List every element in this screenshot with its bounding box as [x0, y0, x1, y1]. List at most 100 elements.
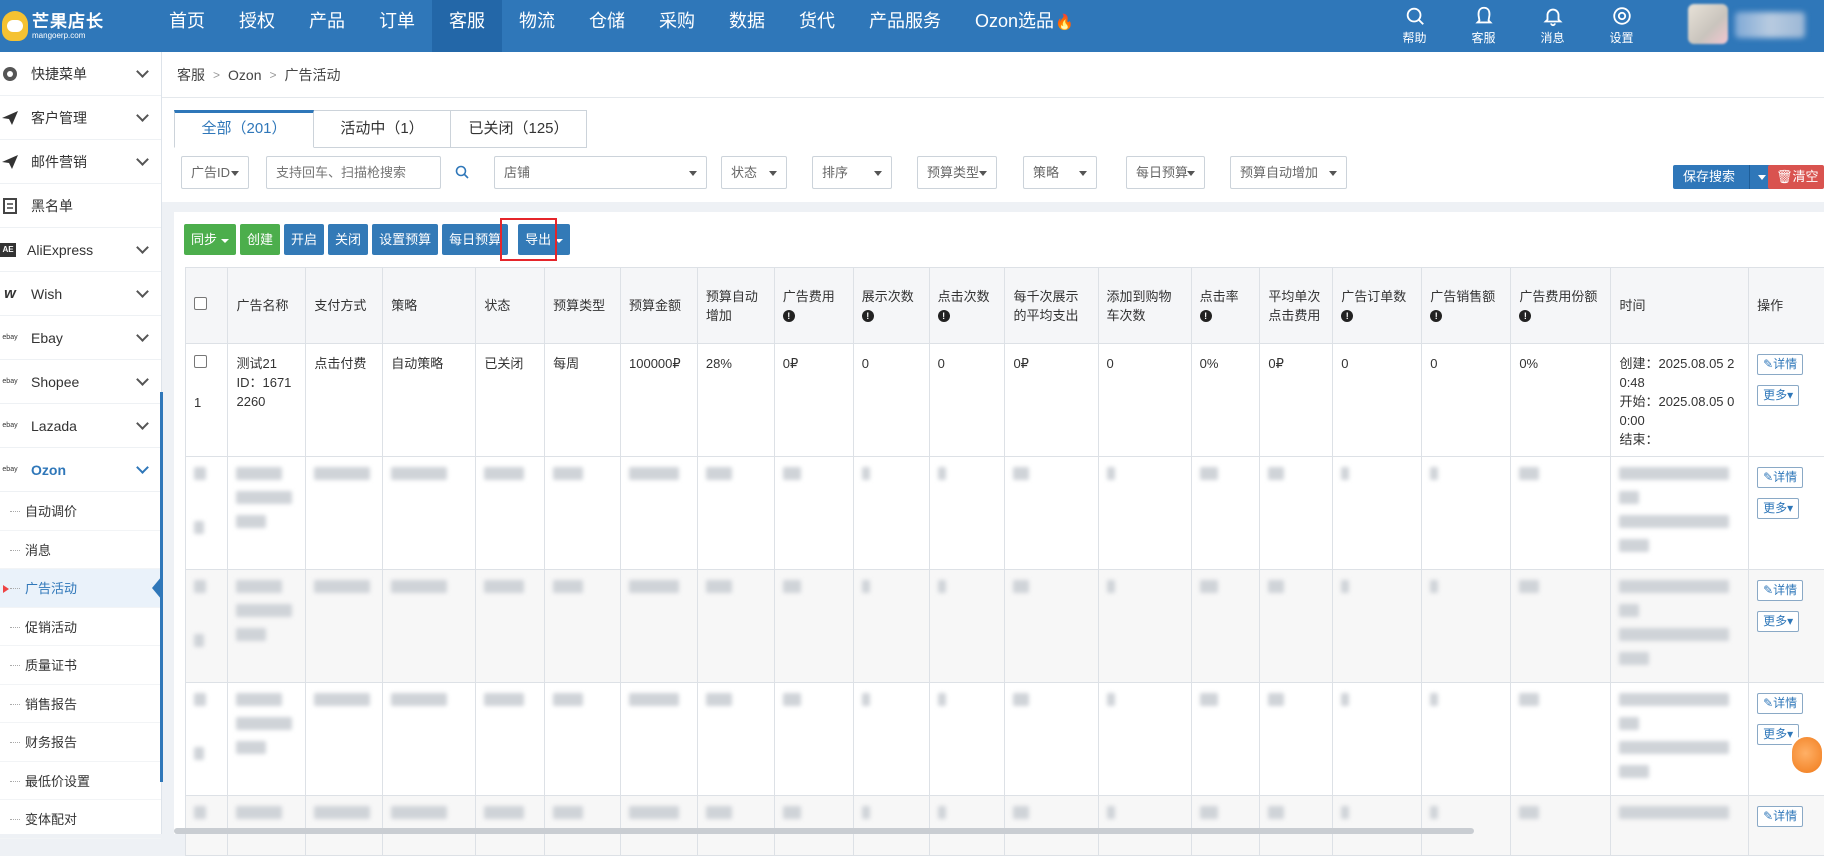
nav-warehouse[interactable]: 仓储: [572, 0, 642, 52]
col-cost-share-label: 广告费用份额: [1519, 289, 1597, 304]
disable-button[interactable]: 关闭: [328, 224, 368, 255]
sidebar-sub-messages[interactable]: 消息: [0, 531, 161, 570]
detail-button[interactable]: ✎详情: [1757, 467, 1803, 488]
sidebar-sub-ad-campaigns[interactable]: 广告活动: [0, 569, 161, 608]
detail-button[interactable]: ✎详情: [1757, 580, 1803, 601]
save-search-button[interactable]: 保存搜索: [1673, 165, 1773, 189]
nav-logistics[interactable]: 物流: [502, 0, 572, 52]
sync-button[interactable]: 同步: [184, 224, 236, 255]
user-name-blurred[interactable]: [1735, 12, 1805, 38]
nav-ozon-selection[interactable]: Ozon选品🔥: [958, 0, 1091, 52]
sidebar-item-aliexpress[interactable]: AE AliExpress: [0, 228, 161, 272]
nav-product-service[interactable]: 产品服务: [852, 0, 958, 52]
mascot-chat-icon[interactable]: [1790, 735, 1824, 775]
breadcrumb-ozon[interactable]: Ozon: [228, 67, 261, 83]
col-ad-name: 广告名称: [228, 268, 306, 344]
sidebar-item-ebay[interactable]: ebay Ebay: [0, 316, 161, 360]
caret-down-icon: [769, 171, 777, 176]
row-checkbox[interactable]: [194, 355, 207, 368]
budget-auto-select[interactable]: 预算自动增加: [1230, 156, 1347, 189]
nav-service[interactable]: 客服: [432, 0, 502, 52]
nav-product[interactable]: 产品: [292, 0, 362, 52]
sidebar-item-email-marketing[interactable]: 邮件营销: [0, 140, 161, 184]
sidebar-item-label: Ebay: [31, 330, 63, 346]
nav-home[interactable]: 首页: [152, 0, 222, 52]
cell-pay: 点击付费: [306, 344, 383, 457]
daily-budget-button[interactable]: 每日预算: [442, 224, 508, 255]
message-button[interactable]: 消息: [1518, 0, 1587, 52]
help-button[interactable]: 帮助: [1380, 0, 1449, 52]
brand-logo[interactable]: 芒果店长 mangoerp.com: [0, 0, 152, 52]
more-label: 更多: [1763, 614, 1787, 628]
sidebar-item-blacklist[interactable]: 黑名单: [0, 184, 161, 228]
search-icon[interactable]: [455, 165, 469, 179]
sidebar-sub-finance-report[interactable]: 财务报告: [0, 723, 161, 762]
service-button[interactable]: 客服: [1449, 0, 1518, 52]
info-icon[interactable]: !: [862, 310, 874, 322]
sidebar-sub-min-price[interactable]: 最低价设置: [0, 762, 161, 801]
create-button[interactable]: 创建: [240, 224, 280, 255]
wish-icon: w: [0, 284, 20, 304]
info-icon[interactable]: !: [938, 310, 950, 322]
set-budget-button[interactable]: 设置预算: [372, 224, 438, 255]
info-icon[interactable]: !: [1200, 310, 1212, 322]
col-ad-cost-label: 广告费用: [783, 289, 835, 304]
tab-all[interactable]: 全部（201）: [174, 110, 314, 148]
more-button[interactable]: 更多▾: [1757, 611, 1799, 632]
info-icon[interactable]: !: [1430, 310, 1442, 322]
info-icon[interactable]: !: [1341, 310, 1353, 322]
info-icon[interactable]: !: [1519, 310, 1531, 322]
cell-sales: 0: [1422, 344, 1511, 457]
status-select[interactable]: 状态: [721, 156, 787, 189]
tab-active[interactable]: 活动中（1）: [314, 110, 451, 148]
budget-type-select[interactable]: 预算类型: [917, 156, 997, 189]
more-button[interactable]: 更多▾: [1757, 385, 1799, 406]
horizontal-scrollbar[interactable]: [174, 828, 1474, 834]
select-all-checkbox[interactable]: [194, 297, 207, 310]
sidebar-sub-quality-cert[interactable]: 质量证书: [0, 646, 161, 685]
chevron-down-icon: [136, 109, 149, 122]
nav-purchase[interactable]: 采购: [642, 0, 712, 52]
info-icon[interactable]: !: [783, 310, 795, 322]
more-button[interactable]: 更多▾: [1757, 498, 1799, 519]
sidebar-item-wish[interactable]: w Wish: [0, 272, 161, 316]
daily-budget-select[interactable]: 每日预算: [1126, 156, 1205, 189]
search-input[interactable]: [266, 156, 441, 189]
sidebar-sub-auto-price[interactable]: 自动调价: [0, 492, 161, 531]
clear-button[interactable]: 🗑清空: [1768, 165, 1824, 189]
ad-id-select[interactable]: 广告ID: [181, 156, 249, 189]
budget-auto-select-label: 预算自动增加: [1240, 165, 1318, 180]
sort-select[interactable]: 排序: [812, 156, 892, 189]
sidebar-sub-sales-report[interactable]: 销售报告: [0, 685, 161, 724]
col-cart-adds: 添加到购物车次数: [1098, 268, 1191, 344]
avatar[interactable]: [1688, 4, 1728, 44]
detail-button[interactable]: ✎详情: [1757, 693, 1803, 714]
caret-down-icon: [874, 171, 882, 176]
col-views-label: 展示次数: [862, 289, 914, 304]
sidebar-item-shopee[interactable]: ebay Shopee: [0, 360, 161, 404]
table-row: ✎详情: [186, 796, 1824, 856]
settings-button[interactable]: 设置: [1587, 0, 1656, 52]
store-select[interactable]: 店铺: [494, 156, 707, 189]
nav-auth[interactable]: 授权: [222, 0, 292, 52]
nav-data[interactable]: 数据: [712, 0, 782, 52]
sidebar-item-label: 黑名单: [31, 196, 73, 216]
time-start: 开始：2025.08.05 00:00: [1619, 392, 1740, 430]
tab-closed[interactable]: 已关闭（125）: [451, 110, 587, 148]
nav-order[interactable]: 订单: [362, 0, 432, 52]
sidebar-item-quick-menu[interactable]: 快捷菜单: [0, 52, 161, 96]
nav-forwarding[interactable]: 货代: [782, 0, 852, 52]
breadcrumb-service[interactable]: 客服: [177, 65, 205, 85]
strategy-select[interactable]: 策略: [1023, 156, 1097, 189]
sidebar-sub-variant-match[interactable]: 变体配对: [0, 800, 161, 839]
detail-button[interactable]: ✎详情: [1757, 354, 1803, 375]
sidebar-item-ozon[interactable]: ebay Ozon: [0, 448, 161, 492]
sidebar-item-customers[interactable]: 客户管理: [0, 96, 161, 140]
cell-budget-type: 每周: [545, 344, 621, 457]
enable-button[interactable]: 开启: [284, 224, 324, 255]
detail-button[interactable]: ✎详情: [1757, 806, 1803, 827]
sidebar-sub-promotions[interactable]: 促销活动: [0, 608, 161, 647]
top-navbar: 芒果店长 mangoerp.com 首页 授权 产品 订单 客服 物流 仓储 采…: [0, 0, 1824, 52]
sidebar-item-lazada[interactable]: ebay Lazada: [0, 404, 161, 448]
cell-cpm: 0₽: [1005, 344, 1098, 457]
